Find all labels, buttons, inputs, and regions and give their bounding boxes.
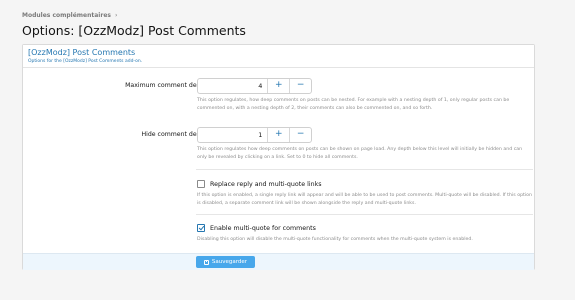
enable-multiquote-explain: Disabling this option will disable the m… bbox=[197, 237, 473, 242]
divider bbox=[196, 169, 533, 170]
replace-reply-checkbox[interactable] bbox=[197, 180, 205, 188]
replace-reply-row[interactable]: Replace reply and multi-quote links bbox=[197, 180, 322, 188]
enable-multiquote-checkbox[interactable] bbox=[197, 224, 205, 232]
breadcrumb: Modules complémentaires › bbox=[22, 12, 117, 19]
max-depth-stepper: 4 + − bbox=[197, 78, 312, 94]
replace-reply-label[interactable]: Replace reply and multi-quote links bbox=[210, 181, 322, 188]
hide-depth-input[interactable]: 1 bbox=[198, 128, 267, 142]
save-button[interactable]: Sauvegarder bbox=[196, 256, 255, 268]
block-header: [OzzModz] Post Comments Options for the … bbox=[23, 45, 534, 68]
save-icon bbox=[203, 259, 209, 265]
divider bbox=[196, 214, 533, 215]
hide-depth-explain: This option regulates how deep comments … bbox=[197, 147, 523, 160]
page: Modules complémentaires › Options: [OzzMo… bbox=[22, 0, 535, 300]
page-title: Options: [OzzModz] Post Comments bbox=[22, 23, 246, 38]
breadcrumb-item[interactable]: Modules complémentaires bbox=[22, 12, 111, 19]
save-button-label: Sauvegarder bbox=[211, 259, 248, 265]
block-title[interactable]: [OzzModz] Post Comments bbox=[28, 48, 135, 57]
max-depth-explain: This option regulates, how deep comments… bbox=[197, 98, 510, 111]
hide-depth-minus-button[interactable]: − bbox=[289, 128, 311, 142]
options-block: [OzzModz] Post Comments Options for the … bbox=[22, 44, 535, 270]
enable-multiquote-label[interactable]: Enable multi-quote for comments bbox=[210, 225, 316, 232]
enable-multiquote-row[interactable]: Enable multi-quote for comments bbox=[197, 224, 316, 232]
max-depth-input[interactable]: 4 bbox=[198, 79, 267, 93]
replace-reply-explain: If this option is enabled, a single repl… bbox=[197, 193, 533, 206]
max-depth-minus-button[interactable]: − bbox=[289, 79, 311, 93]
breadcrumb-separator: › bbox=[114, 12, 118, 19]
form-footer: Sauvegarder bbox=[23, 253, 534, 270]
hide-depth-stepper: 1 + − bbox=[197, 127, 312, 143]
hide-depth-plus-button[interactable]: + bbox=[267, 128, 289, 142]
block-description: Options for the [OzzModz] Post Comments … bbox=[28, 59, 143, 64]
max-depth-plus-button[interactable]: + bbox=[267, 79, 289, 93]
